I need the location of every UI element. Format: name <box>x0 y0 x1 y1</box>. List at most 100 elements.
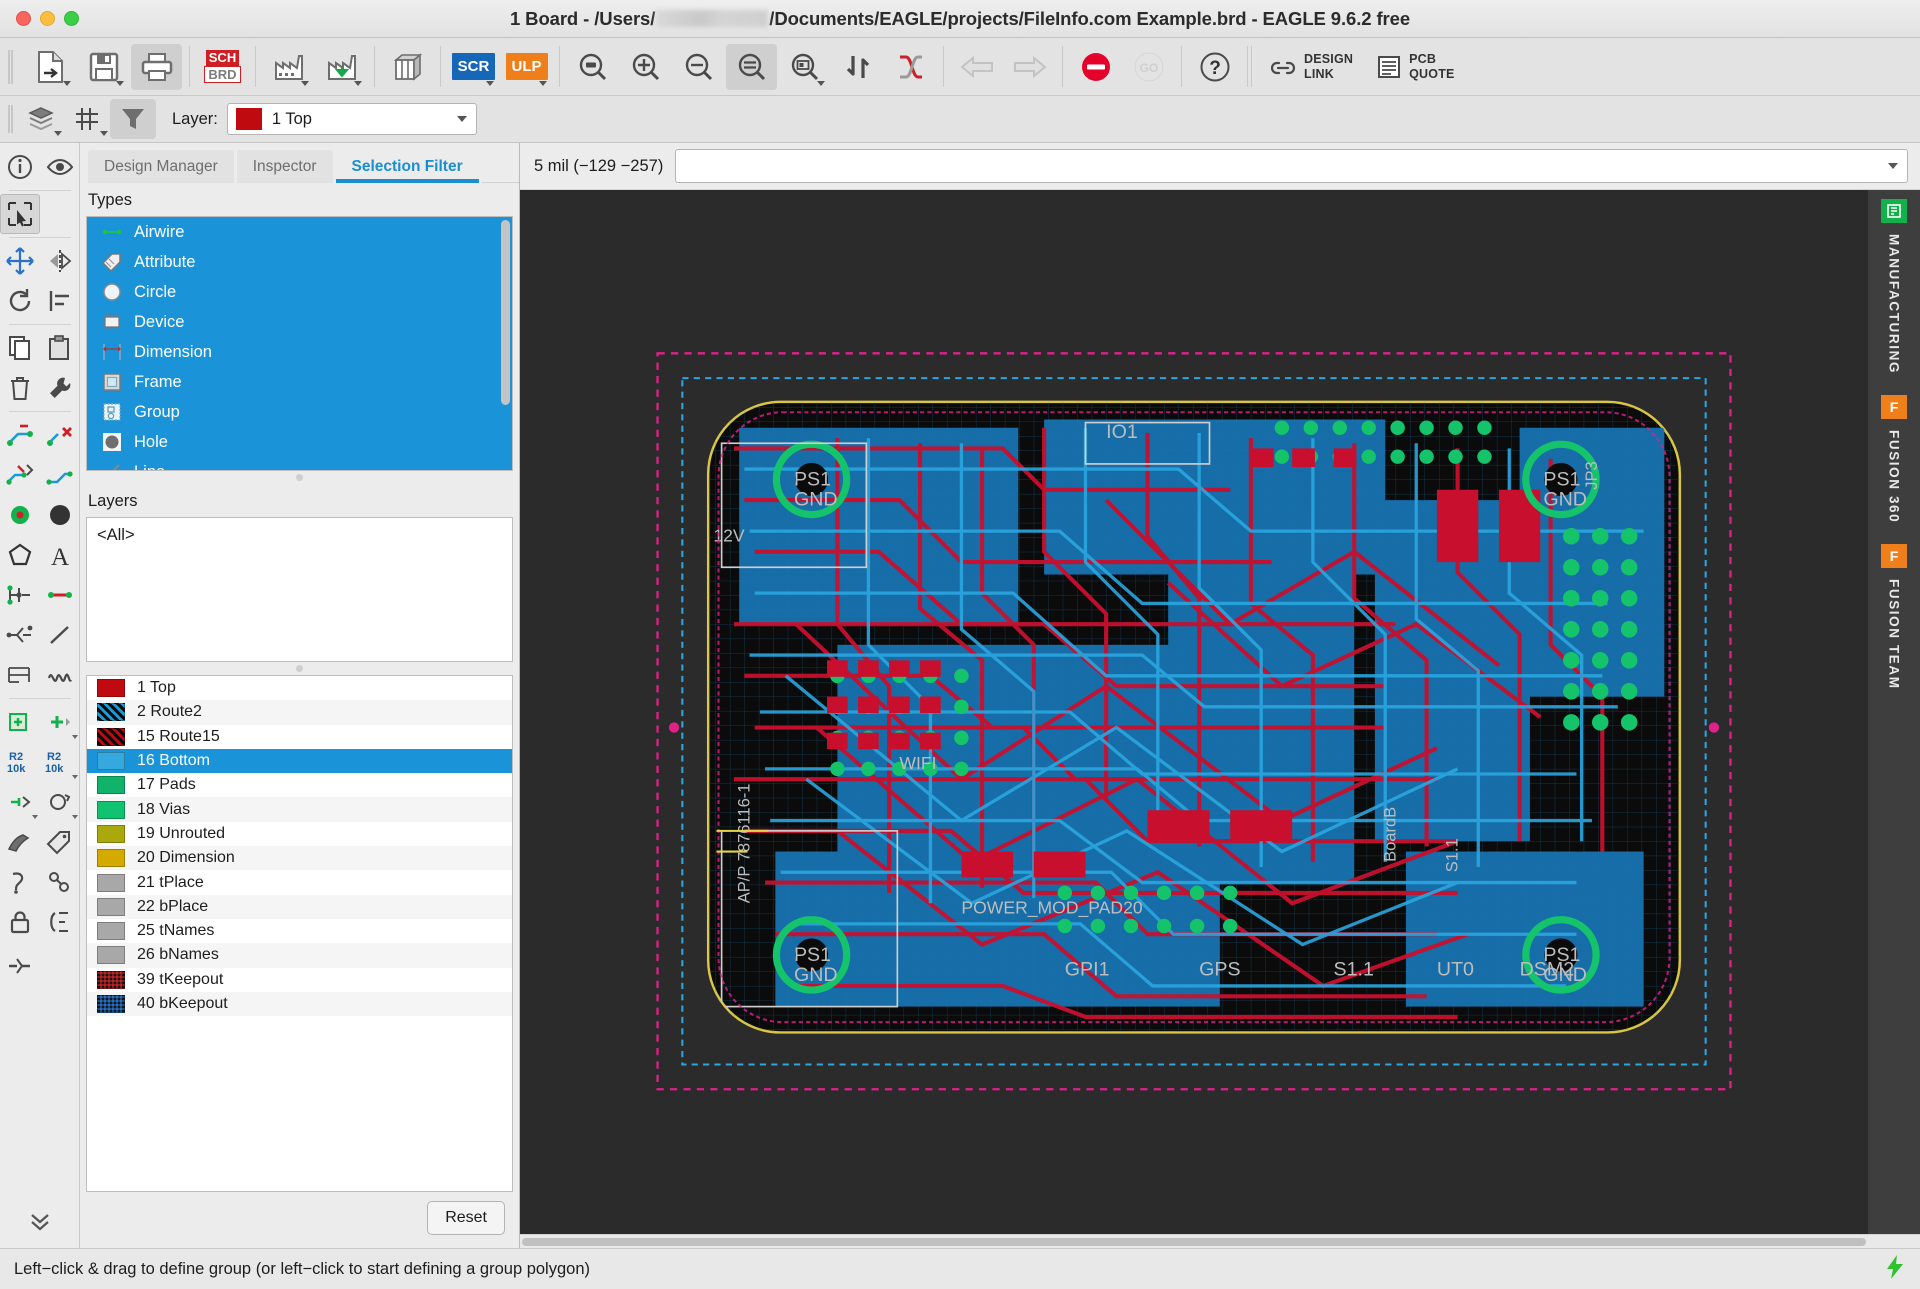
panel-splitter[interactable] <box>80 471 519 484</box>
align-tool-button[interactable] <box>40 281 80 321</box>
wire-tool-button[interactable] <box>40 575 80 615</box>
mirror-tool-button[interactable] <box>40 241 80 281</box>
pcb-canvas[interactable]: PS1 GND PS1 GND PS1 GND PS1 GND IO1 12V WIFI… <box>520 190 1868 1234</box>
scrollbar-thumb[interactable] <box>522 1238 1866 1246</box>
delete-tool-button[interactable] <box>0 368 40 408</box>
ripup-tool-button[interactable] <box>40 415 80 455</box>
lock-tool-button[interactable] <box>0 902 40 942</box>
types-list[interactable]: Airwire Attribute Circle Device Dimensio… <box>86 216 513 471</box>
tab-inspector[interactable]: Inspector <box>236 150 333 183</box>
attribute-tool-button[interactable] <box>40 822 80 862</box>
layer-row[interactable]: 20 Dimension <box>87 846 512 871</box>
layers-filter-box[interactable]: <All> <box>86 517 513 662</box>
layer-row[interactable]: 1 Top <box>87 676 512 700</box>
type-item-line[interactable]: Line <box>87 457 512 470</box>
expand-tools-button[interactable] <box>26 1211 54 1236</box>
stop-button[interactable] <box>1070 44 1121 90</box>
rail-label-fusion-360[interactable]: FUSION 360 <box>1887 430 1902 523</box>
layer-list[interactable]: 1 Top 2 Route2 15 Route15 16 Bottom 17 Pads 1… <box>86 675 513 1192</box>
run-script-button[interactable]: SCR <box>448 44 499 90</box>
minimize-button[interactable] <box>40 11 55 26</box>
tab-design-manager[interactable]: Design Manager <box>88 150 234 183</box>
redo-button[interactable] <box>1004 44 1055 90</box>
layer-row[interactable]: 25 tNames <box>87 919 512 943</box>
chevron-down-icon[interactable] <box>71 815 78 819</box>
zoom-out-button[interactable] <box>673 44 724 90</box>
chevron-down-icon[interactable] <box>31 815 38 819</box>
replace-tool-button[interactable]: R2 10k <box>0 742 40 782</box>
layer-row[interactable]: 26 bNames <box>87 943 512 968</box>
add-green-tool-button[interactable] <box>40 702 80 742</box>
chevron-down-icon[interactable] <box>116 80 124 86</box>
copy-tool-button[interactable] <box>0 328 40 368</box>
layer-row[interactable]: 39 tKeepout <box>87 968 512 992</box>
fusion360-rail-button[interactable]: F <box>1877 394 1911 420</box>
fusion-team-rail-button[interactable]: F <box>1877 543 1911 569</box>
ratsnest-button[interactable] <box>885 44 936 90</box>
chevron-down-icon[interactable] <box>486 80 494 86</box>
signal-tool-button[interactable] <box>0 615 40 655</box>
layer-row[interactable]: 21 tPlace <box>87 870 512 894</box>
layer-row[interactable]: 2 Route2 <box>87 700 512 725</box>
print-button[interactable] <box>131 43 182 90</box>
open-file-button[interactable] <box>25 44 76 90</box>
rotate-part-tool-button[interactable] <box>40 782 80 822</box>
show-tool-button[interactable] <box>40 147 80 187</box>
layer-toolbar-drag-handle[interactable] <box>0 105 18 133</box>
line-tool-button[interactable] <box>40 615 80 655</box>
undo-button[interactable] <box>951 44 1002 90</box>
group-tool-button[interactable] <box>0 194 40 234</box>
layer-row[interactable]: 16 Bottom <box>87 748 512 774</box>
chevron-down-icon[interactable] <box>54 131 62 136</box>
selection-filter-button[interactable] <box>110 99 156 139</box>
command-input[interactable] <box>675 149 1908 183</box>
chevron-down-icon[interactable] <box>71 735 78 739</box>
layer-row[interactable]: 19 Unrouted <box>87 822 512 846</box>
change-tool-button[interactable] <box>40 368 80 408</box>
miter-tool-button[interactable] <box>40 455 80 495</box>
types-scrollbar[interactable] <box>501 220 510 405</box>
generate-manufacturing-data-button[interactable] <box>316 44 367 90</box>
rail-label-manufacturing[interactable]: MANUFACTURING <box>1887 234 1902 374</box>
measure-tool-button[interactable] <box>0 862 40 902</box>
grid-settings-button[interactable] <box>64 99 110 139</box>
display-layers-button[interactable] <box>18 99 64 139</box>
route-tool-button[interactable] <box>0 415 40 455</box>
go-button[interactable]: GO <box>1123 44 1174 90</box>
chevron-down-icon[interactable] <box>817 80 825 86</box>
chevron-down-icon[interactable] <box>456 116 467 122</box>
layers-all-item[interactable]: <All> <box>97 526 135 544</box>
maximize-button[interactable] <box>64 11 79 26</box>
chevron-down-icon[interactable] <box>539 80 547 86</box>
paste-tool-button[interactable] <box>40 328 80 368</box>
chevron-down-icon[interactable] <box>301 80 309 86</box>
rotate-tool-button[interactable] <box>0 281 40 321</box>
add-part-tool-button[interactable] <box>0 702 40 742</box>
layer-row[interactable]: 18 Vias <box>87 797 512 822</box>
toolbar-drag-handle[interactable] <box>0 38 18 95</box>
dimension-tool-button[interactable] <box>0 655 40 695</box>
panel-splitter-2[interactable] <box>80 662 519 675</box>
value-tool-button[interactable]: R2 10k <box>40 742 80 782</box>
type-item-circle[interactable]: Circle <box>87 277 512 307</box>
cam-processor-button[interactable] <box>263 44 314 90</box>
move-tool-button[interactable] <box>0 241 40 281</box>
erc-tool-button[interactable] <box>0 822 40 862</box>
chevron-down-icon[interactable] <box>354 80 362 86</box>
reset-button[interactable]: Reset <box>427 1201 505 1235</box>
type-item-attribute[interactable]: Attribute <box>87 247 512 277</box>
layer-row[interactable]: 15 Route15 <box>87 725 512 749</box>
chevron-down-icon[interactable] <box>100 131 108 136</box>
junction-tool-button[interactable] <box>0 575 40 615</box>
help-button[interactable]: ? <box>1189 44 1240 90</box>
zoom-region-button[interactable] <box>779 44 830 90</box>
zoom-in-button[interactable] <box>620 44 671 90</box>
zoom-select-button[interactable] <box>726 43 777 90</box>
manufacturing-rail-button[interactable] <box>1877 198 1911 224</box>
design-link-button[interactable]: DESIGN LINK <box>1258 44 1365 90</box>
via-tool-button[interactable] <box>0 495 40 535</box>
type-item-airwire[interactable]: Airwire <box>87 217 512 247</box>
layer-select[interactable]: 1 Top <box>226 103 477 135</box>
library-manager-button[interactable] <box>382 44 433 90</box>
pinswap-tool-button[interactable] <box>0 782 40 822</box>
